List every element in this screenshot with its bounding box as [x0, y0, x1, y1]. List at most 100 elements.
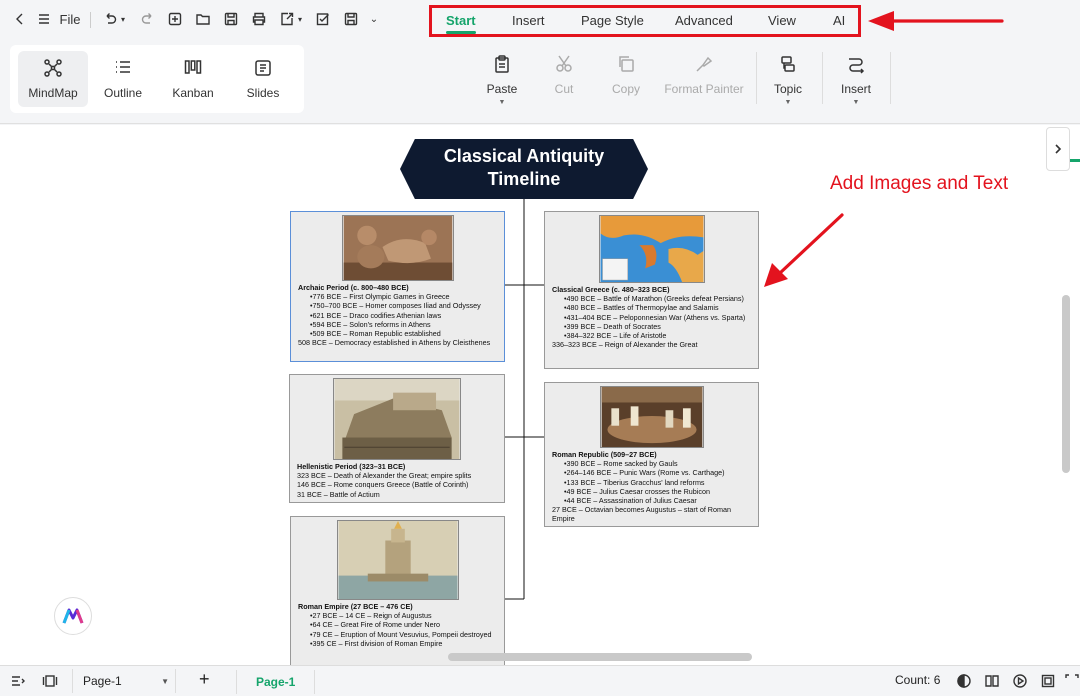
- insert-dropdown-icon[interactable]: ▼: [853, 99, 860, 106]
- view-kanban-button[interactable]: Kanban: [158, 51, 228, 107]
- topic-roman-empire[interactable]: Roman Empire (27 BCE – 476 CE) •27 BCE –…: [290, 516, 505, 665]
- topic-button[interactable]: Topic ▼: [770, 54, 806, 106]
- event-item: •27 BCE – 14 CE – Reign of Augustus: [310, 611, 432, 621]
- app-window: File ▾ ▾ ⌄ Start Insert Page Style Advan…: [0, 0, 1080, 696]
- export-dropdown-icon[interactable]: ▾: [295, 8, 305, 30]
- cut-label: Cut: [554, 82, 574, 96]
- insert-label: Insert: [840, 82, 871, 96]
- connector-lines: [505, 199, 544, 600]
- export-icon[interactable]: [277, 8, 297, 30]
- topic-dropdown-icon[interactable]: ▼: [785, 99, 792, 106]
- page-tab[interactable]: Page-1: [236, 670, 316, 694]
- event-item: •79 CE – Eruption of Mount Vesuvius, Pom…: [310, 629, 492, 639]
- divider: [890, 52, 891, 104]
- task-check-icon[interactable]: [313, 8, 333, 30]
- format-painter-label: Format Painter: [664, 82, 744, 96]
- new-icon[interactable]: [165, 8, 185, 30]
- view-label: Outline: [103, 86, 143, 100]
- theme-icon[interactable]: [956, 673, 972, 689]
- file-menu[interactable]: File: [58, 8, 82, 30]
- event-item: •133 BCE – Tiberius Gracchus' land refor…: [564, 477, 705, 487]
- undo-dropdown-icon[interactable]: ▾: [118, 8, 128, 30]
- insert-button[interactable]: Insert ▼: [838, 54, 874, 106]
- view-label: MindMap: [28, 86, 78, 100]
- tab-advanced[interactable]: Advanced: [675, 13, 733, 28]
- tab-view[interactable]: View: [768, 13, 796, 28]
- undo-icon[interactable]: [100, 8, 120, 30]
- redo-icon[interactable]: [138, 8, 158, 30]
- view-mindmap-button[interactable]: MindMap: [18, 51, 88, 107]
- play-icon[interactable]: [1012, 673, 1028, 689]
- view-label: Kanban: [172, 86, 214, 100]
- cut-button[interactable]: Cut: [546, 54, 582, 96]
- topic-classical-greece[interactable]: Classical Greece (c. 480–323 BCE) •490 B…: [544, 211, 759, 369]
- event-item: •390 BCE – Rome sacked by Gauls: [564, 459, 678, 469]
- event-item: 336–323 BCE – Reign of Alexander the Gre…: [552, 340, 698, 350]
- tab-start[interactable]: Start: [446, 13, 476, 34]
- event-item: 508 BCE – Democracy established in Athen…: [298, 338, 491, 348]
- open-folder-icon[interactable]: [193, 8, 213, 30]
- paste-dropdown-icon[interactable]: ▼: [499, 99, 506, 106]
- event-item: 31 BCE – Battle of Actium: [297, 489, 380, 499]
- view-outline-button[interactable]: Outline: [88, 51, 158, 107]
- more-dropdown-icon[interactable]: ⌄: [367, 8, 381, 30]
- book-view-icon[interactable]: [984, 673, 1000, 689]
- kanban-icon: [184, 60, 202, 74]
- mindmap-icon: [44, 59, 62, 77]
- add-page-button[interactable]: +: [199, 669, 210, 690]
- fullscreen-icon[interactable]: [1064, 673, 1080, 689]
- page-selector-label: Page-1: [83, 674, 122, 688]
- app-logo-icon[interactable]: [54, 597, 92, 635]
- outline-panel-icon[interactable]: [10, 673, 26, 689]
- root-title: Classical Antiquity Timeline: [443, 146, 605, 189]
- topic-title: Classical Greece (c. 480–323 BCE): [552, 285, 670, 294]
- topic-hellenistic-period[interactable]: Hellenistic Period (323–31 BCE) 323 BCE …: [289, 374, 505, 503]
- divider: [822, 52, 823, 104]
- save-as-icon[interactable]: [341, 8, 361, 30]
- event-item: •621 BCE – Draco codifies Athenian laws: [310, 310, 442, 320]
- vertical-scrollbar[interactable]: [1062, 295, 1070, 473]
- view-slides-button[interactable]: Slides: [228, 51, 298, 107]
- page-panel-icon[interactable]: [42, 673, 58, 689]
- view-label: Slides: [246, 86, 280, 100]
- save-icon[interactable]: [221, 8, 241, 30]
- paint-brush-icon: [696, 56, 713, 72]
- event-item: •44 BCE – Assassination of Julius Caesar: [564, 496, 697, 506]
- view-switcher: MindMap Outline Kanban Slides: [10, 45, 304, 113]
- red-arrow-icon: [764, 213, 844, 287]
- format-painter-button[interactable]: Format Painter: [664, 54, 744, 96]
- menu-tabs-highlight: Start Insert Page Style Advanced View AI: [429, 5, 861, 37]
- menu-icon[interactable]: [34, 8, 54, 30]
- root-topic[interactable]: Classical Antiquity Timeline: [400, 139, 648, 199]
- fit-screen-icon[interactable]: [1040, 673, 1056, 689]
- copy-button[interactable]: Copy: [606, 54, 646, 96]
- page-selector[interactable]: Page-1 ▼: [72, 669, 176, 693]
- event-item: •384–322 BCE – Life of Aristotle: [564, 331, 667, 341]
- paste-button[interactable]: Paste ▼: [482, 54, 522, 106]
- event-item: •509 BCE – Roman Republic established: [310, 329, 441, 339]
- horizontal-scrollbar[interactable]: [448, 653, 752, 661]
- back-icon[interactable]: [10, 8, 30, 30]
- print-icon[interactable]: [249, 8, 269, 30]
- event-item: •776 BCE – First Olympic Games in Greece: [310, 292, 450, 302]
- event-item: •750–700 BCE – Homer composes Iliad and …: [310, 301, 481, 311]
- tab-ai[interactable]: AI: [833, 13, 845, 28]
- tab-page-style[interactable]: Page Style: [581, 13, 644, 28]
- topic-roman-republic[interactable]: Roman Republic (509–27 BCE) •390 BCE – R…: [544, 382, 759, 527]
- event-item: •431–404 BCE – Peloponnesian War (Athens…: [564, 312, 746, 322]
- tab-insert[interactable]: Insert: [512, 13, 545, 28]
- topic-archaic-period[interactable]: Archaic Period (c. 800–480 BCE) •776 BCE…: [290, 211, 505, 362]
- slides-icon: [255, 60, 271, 76]
- count-label: Count: 6: [895, 673, 941, 687]
- topic-title: Roman Republic (509–27 BCE): [552, 450, 657, 459]
- event-item: •395 CE – First division of Roman Empire: [310, 638, 443, 648]
- hellenistic-city-image: [333, 378, 461, 460]
- roman-senate-image: [599, 386, 704, 448]
- event-item: 27 BCE – Octavian becomes Augustus – sta…: [552, 505, 731, 524]
- ribbon-toolbar: MindMap Outline Kanban Slides Paste ▼ Cu…: [0, 40, 1080, 124]
- copy-icon: [619, 56, 634, 72]
- paste-label: Paste: [486, 82, 518, 96]
- topic-label: Topic: [773, 82, 802, 96]
- topic-title: Archaic Period (c. 800–480 BCE): [298, 283, 409, 292]
- mindmap-canvas[interactable]: Classical Antiquity Timeline Archaic Per…: [0, 125, 1080, 665]
